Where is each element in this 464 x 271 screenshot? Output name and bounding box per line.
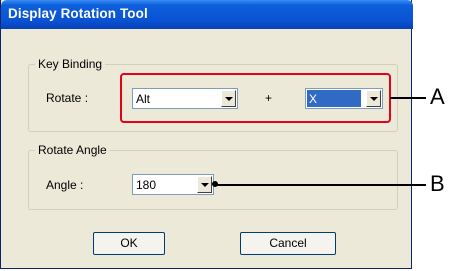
callout-a-label: A: [430, 84, 445, 109]
window-title: Display Rotation Tool: [8, 6, 148, 21]
angle-dropdown[interactable]: 180: [132, 174, 214, 195]
angle-label: Angle :: [46, 178, 84, 192]
ok-button[interactable]: OK: [93, 232, 165, 255]
display-rotation-dialog: Display Rotation Tool Key Binding Rotate…: [0, 0, 413, 269]
callout-a-leader-line: [390, 97, 426, 99]
key-binding-group-label: Key Binding: [35, 57, 106, 71]
angle-value: 180: [136, 178, 157, 192]
title-bar[interactable]: Display Rotation Tool: [1, 0, 413, 29]
cancel-button[interactable]: Cancel: [240, 232, 336, 255]
rotate-label: Rotate :: [46, 91, 89, 105]
key-binding-highlight-box: [120, 73, 391, 123]
rotate-angle-group-label: Rotate Angle: [35, 143, 110, 157]
chevron-down-icon[interactable]: [197, 176, 212, 193]
callout-b-label: B: [430, 171, 445, 196]
callout-b-leader-line: [215, 184, 426, 186]
